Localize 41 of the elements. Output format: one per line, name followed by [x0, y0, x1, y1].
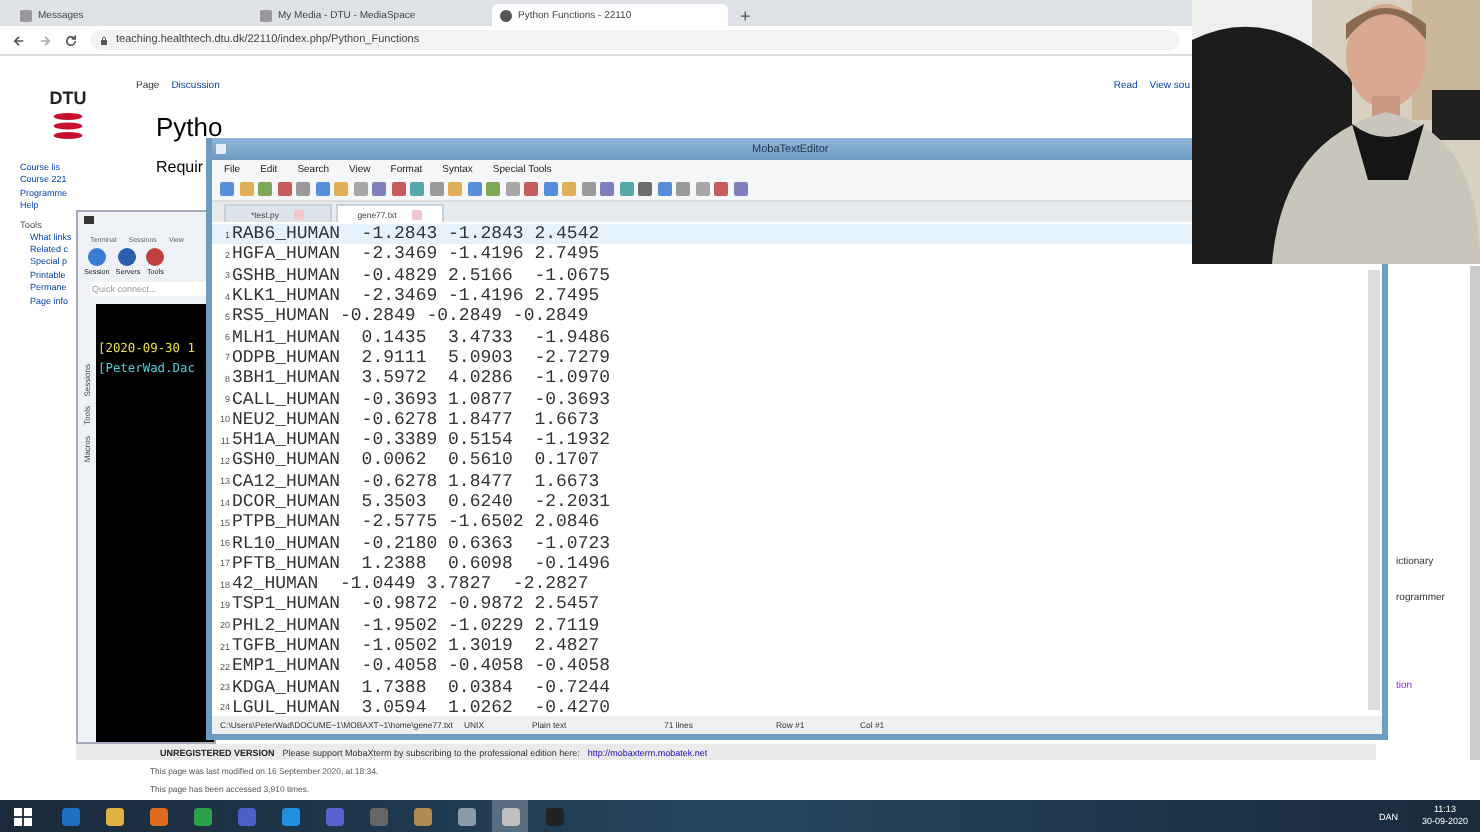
code-line: LGUL_HUMAN 3.0594 1.0262 -0.4270 — [232, 697, 611, 716]
windows-logo-icon[interactable] — [14, 807, 32, 825]
tab-favicon-icon — [20, 9, 32, 21]
code-line: HGFA_HUMAN -2.3469 -1.4196 2.7495 — [232, 244, 600, 265]
code-line: 3BH1_HUMAN 3.5972 4.0286 -1.0970 — [232, 368, 611, 389]
code-line: TGFB_HUMAN -1.0502 1.3019 2.4827 — [232, 636, 600, 657]
forward-icon[interactable] — [38, 33, 52, 47]
code-line: CALL_HUMAN -0.3693 1.0877 -0.3693 — [232, 389, 611, 410]
code-line: RL10_HUMAN -0.2180 0.6363 -1.0723 — [232, 533, 611, 554]
tab-favicon-icon — [260, 9, 272, 21]
logo-mark-icon — [52, 110, 84, 142]
back-icon[interactable] — [12, 33, 26, 47]
scrollbar[interactable] — [1368, 270, 1380, 710]
code-line: PHL2_HUMAN -1.9502 -1.0229 2.7119 — [232, 615, 600, 636]
code-line: KDGA_HUMAN 1.7388 0.0384 -0.7244 — [232, 677, 611, 698]
code-line: CA12_HUMAN -0.6278 1.8477 1.6673 — [232, 471, 600, 492]
reload-icon[interactable] — [64, 33, 78, 47]
code-line: KLK1_HUMAN -2.3469 -1.4196 2.7495 — [232, 286, 600, 307]
code-line: GSHB_HUMAN -0.4829 2.5166 -1.0675 — [232, 265, 611, 286]
code-line: NEU2_HUMAN -0.6278 1.8477 1.6673 — [232, 409, 600, 430]
app-icon — [84, 216, 94, 224]
code-line: TSP1_HUMAN -0.9872 -0.9872 2.5457 — [232, 594, 600, 615]
code-line: ODPB_HUMAN 2.9111 5.0903 -2.7279 — [232, 347, 611, 368]
code-line: RS5_HUMAN -0.2849 -0.2849 -0.2849 — [232, 306, 589, 327]
section-heading: Requir — [154, 158, 204, 176]
code-line: RAB6_HUMAN -1.2843 -1.2843 2.4542 — [232, 224, 600, 245]
code-line: PFTB_HUMAN 1.2388 0.6098 -0.1496 — [232, 553, 611, 574]
code-line: 5H1A_HUMAN -0.3389 0.5154 -1.1932 — [232, 430, 611, 451]
code-line: 42_HUMAN -1.0449 3.7827 -2.2827 — [232, 574, 589, 595]
new-tab-button[interactable]: + — [732, 6, 759, 26]
page-title: Pytho — [154, 112, 223, 142]
code-line: MLH1_HUMAN 0.1435 3.4733 -1.9486 — [232, 327, 611, 348]
logo-text: DTU — [49, 88, 87, 108]
code-line: PTPB_HUMAN -2.5775 -1.6502 2.0846 — [232, 512, 600, 533]
code-line: EMP1_HUMAN -0.4058 -0.4058 -0.4058 — [232, 656, 611, 677]
app-icon — [216, 144, 226, 154]
tab-favicon-icon — [500, 9, 512, 21]
scrollbar[interactable] — [1470, 266, 1480, 760]
lock-icon — [100, 35, 108, 45]
code-line: DCOR_HUMAN 5.3503 0.6240 -2.2031 — [232, 492, 611, 512]
code-line: GSH0_HUMAN 0.0062 0.5610 0.1707 — [232, 450, 600, 471]
